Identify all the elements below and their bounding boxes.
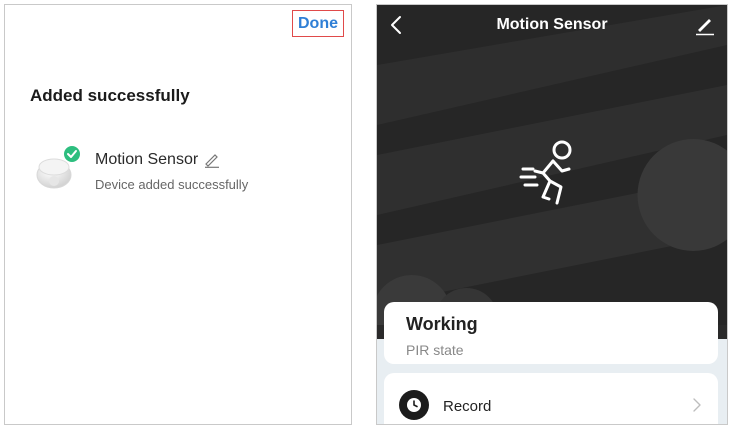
status-card: Working PIR state bbox=[384, 302, 718, 364]
running-person-icon bbox=[519, 140, 572, 205]
status-label: PIR state bbox=[406, 342, 464, 358]
done-button[interactable]: Done bbox=[292, 10, 344, 37]
nav-bar: Motion Sensor bbox=[377, 5, 727, 45]
added-device-item: Motion Sensor Device added successfully bbox=[35, 141, 345, 201]
page-title: Added successfully bbox=[30, 86, 190, 105]
add-device-result-screen: Done Added successfully Motion Sensor De… bbox=[4, 4, 352, 425]
device-added-status: Device added successfully bbox=[95, 177, 249, 192]
pencil-icon[interactable] bbox=[204, 152, 220, 168]
record-item[interactable]: Record bbox=[384, 373, 718, 424]
device-name-text: Motion Sensor bbox=[95, 151, 199, 168]
pencil-icon[interactable] bbox=[693, 13, 717, 37]
record-label: Record bbox=[443, 398, 492, 415]
check-badge-icon bbox=[64, 146, 80, 162]
status-value: Working bbox=[406, 314, 478, 334]
device-name: Motion Sensor bbox=[95, 151, 220, 169]
clock-icon bbox=[399, 390, 429, 420]
motion-sensor-thumbnail-icon bbox=[36, 146, 80, 189]
device-detail-screen: Motion Sensor Working PIR state Record bbox=[376, 4, 728, 425]
nav-title: Motion Sensor bbox=[496, 16, 608, 33]
chevron-right-icon bbox=[693, 398, 701, 412]
